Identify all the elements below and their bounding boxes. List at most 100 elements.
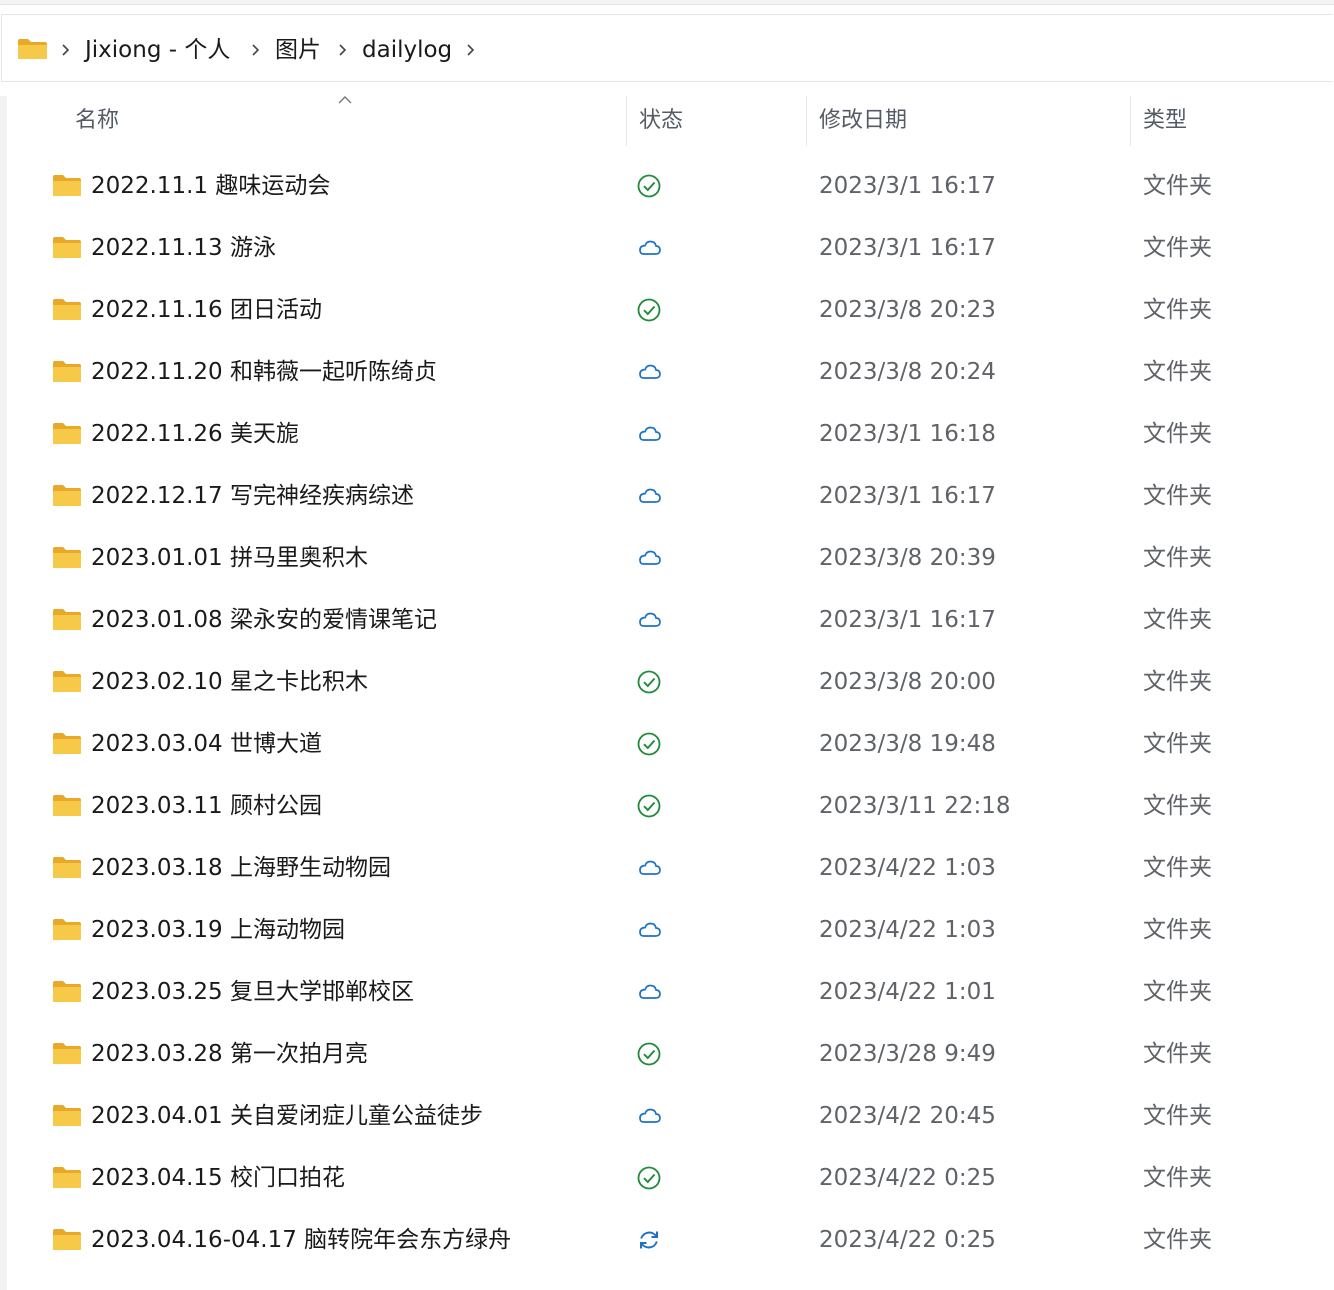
synced-check-icon — [637, 1166, 661, 1190]
file-type: 文件夹 — [1143, 607, 1212, 633]
modified-date: 2023/4/22 1:03 — [819, 855, 996, 881]
file-type: 文件夹 — [1143, 359, 1212, 385]
file-type: 文件夹 — [1143, 1103, 1212, 1129]
file-row[interactable]: 2022.11.13 游泳 2023/3/1 16:17 文件夹 — [0, 218, 1334, 280]
file-name[interactable]: 2022.11.13 游泳 — [91, 230, 276, 266]
modified-date: 2023/3/8 20:39 — [819, 545, 996, 571]
file-type: 文件夹 — [1143, 793, 1212, 819]
folder-icon — [53, 857, 81, 878]
chevron-right-icon[interactable] — [465, 43, 475, 57]
folder-icon — [53, 981, 81, 1002]
folder-icon — [53, 423, 81, 444]
folder-icon[interactable] — [17, 38, 48, 60]
breadcrumb-item-jixiong[interactable]: Jixiong - 个人 — [85, 33, 230, 67]
modified-date: 2023/3/8 20:00 — [819, 669, 996, 695]
address-bar[interactable]: Jixiong - 个人 图片 dailylog — [1, 14, 1333, 82]
file-name[interactable]: 2023.03.25 复旦大学邯郸校区 — [91, 974, 414, 1010]
modified-date: 2023/3/1 16:17 — [819, 173, 996, 199]
folder-icon — [53, 919, 81, 940]
column-divider[interactable] — [1130, 96, 1131, 146]
file-row[interactable]: 2023.03.11 顾村公园 2023/3/11 22:18 文件夹 — [0, 776, 1334, 838]
file-row[interactable]: 2023.04.01 关自爱闭症儿童公益徒步 2023/4/2 20:45 文件夹 — [0, 1086, 1334, 1148]
folder-icon — [53, 795, 81, 816]
file-type: 文件夹 — [1143, 917, 1212, 943]
folder-icon — [53, 1105, 81, 1126]
modified-date: 2023/3/1 16:17 — [819, 607, 996, 633]
cloud-icon — [639, 364, 661, 379]
file-name[interactable]: 2023.02.10 星之卡比积木 — [91, 664, 368, 700]
breadcrumb-item-pictures[interactable]: 图片 — [275, 33, 321, 67]
column-divider[interactable] — [806, 96, 807, 146]
cloud-icon — [639, 1108, 661, 1123]
chevron-right-icon[interactable] — [337, 43, 347, 57]
file-row[interactable]: 2023.03.19 上海动物园 2023/4/22 1:03 文件夹 — [0, 900, 1334, 962]
file-row[interactable]: 2022.11.20 和韩薇一起听陈绮贞 2023/3/8 20:24 文件夹 — [0, 342, 1334, 404]
file-type: 文件夹 — [1143, 297, 1212, 323]
file-row[interactable]: 2023.01.01 拼马里奥积木 2023/3/8 20:39 文件夹 — [0, 528, 1334, 590]
synced-check-icon — [637, 298, 661, 322]
column-header-status[interactable]: 状态 — [639, 104, 683, 138]
file-row[interactable]: 2023.03.25 复旦大学邯郸校区 2023/4/22 1:01 文件夹 — [0, 962, 1334, 1024]
file-row[interactable]: 2022.11.26 美天旎 2023/3/1 16:18 文件夹 — [0, 404, 1334, 466]
file-name[interactable]: 2023.03.11 顾村公园 — [91, 788, 322, 824]
file-row[interactable]: 2023.02.10 星之卡比积木 2023/3/8 20:00 文件夹 — [0, 652, 1334, 714]
file-name[interactable]: 2023.04.16-04.17 脑转院年会东方绿舟 — [91, 1222, 511, 1258]
file-name[interactable]: 2022.11.1 趣味运动会 — [91, 168, 330, 204]
cloud-icon — [639, 612, 661, 627]
file-name[interactable]: 2023.04.01 关自爱闭症儿童公益徒步 — [91, 1098, 483, 1134]
file-row[interactable]: 2023.04.16-04.17 脑转院年会东方绿舟 2023/4/22 0:25… — [0, 1210, 1334, 1272]
file-name[interactable]: 2022.11.26 美天旎 — [91, 416, 299, 452]
file-name[interactable]: 2023.03.19 上海动物园 — [91, 912, 345, 948]
folder-icon — [53, 1043, 81, 1064]
folder-icon — [53, 175, 81, 196]
file-name[interactable]: 2023.03.04 世博大道 — [91, 726, 322, 762]
synced-check-icon — [637, 1042, 661, 1066]
folder-icon — [53, 1229, 81, 1250]
file-row[interactable]: 2023.04.15 校门口拍花 2023/4/22 0:25 文件夹 — [0, 1148, 1334, 1210]
folder-icon — [53, 733, 81, 754]
file-row[interactable]: 2022.11.16 团日活动 2023/3/8 20:23 文件夹 — [0, 280, 1334, 342]
synced-check-icon — [637, 732, 661, 756]
modified-date: 2023/4/22 1:01 — [819, 979, 996, 1005]
file-name[interactable]: 2022.12.17 写完神经疾病综述 — [91, 478, 414, 514]
folder-icon — [53, 485, 81, 506]
file-type: 文件夹 — [1143, 1165, 1212, 1191]
cloud-icon — [639, 984, 661, 999]
file-row[interactable]: 2023.03.04 世博大道 2023/3/8 19:48 文件夹 — [0, 714, 1334, 776]
chevron-right-icon[interactable] — [250, 43, 260, 57]
column-header-name[interactable]: 名称 — [75, 104, 119, 138]
modified-date: 2023/3/28 9:49 — [819, 1041, 996, 1067]
file-name[interactable]: 2022.11.16 团日活动 — [91, 292, 322, 328]
column-header-type[interactable]: 类型 — [1143, 104, 1187, 138]
sort-ascending-icon — [338, 96, 352, 104]
file-name[interactable]: 2023.01.08 梁永安的爱情课笔记 — [91, 602, 437, 638]
cloud-icon — [639, 860, 661, 875]
folder-icon — [53, 547, 81, 568]
file-row[interactable]: 2022.11.1 趣味运动会 2023/3/1 16:17 文件夹 — [0, 156, 1334, 218]
column-header-date[interactable]: 修改日期 — [819, 104, 907, 138]
cloud-icon — [639, 488, 661, 503]
column-divider[interactable] — [626, 96, 627, 146]
file-name[interactable]: 2022.11.20 和韩薇一起听陈绮贞 — [91, 354, 437, 390]
modified-date: 2023/4/2 20:45 — [819, 1103, 996, 1129]
chevron-right-icon[interactable] — [60, 43, 70, 57]
file-name[interactable]: 2023.01.01 拼马里奥积木 — [91, 540, 368, 576]
file-row[interactable]: 2023.03.18 上海野生动物园 2023/4/22 1:03 文件夹 — [0, 838, 1334, 900]
file-type: 文件夹 — [1143, 421, 1212, 447]
file-type: 文件夹 — [1143, 483, 1212, 509]
file-name[interactable]: 2023.03.18 上海野生动物园 — [91, 850, 391, 886]
file-name[interactable]: 2023.03.28 第一次拍月亮 — [91, 1036, 368, 1072]
window-top-edge — [0, 0, 1334, 5]
modified-date: 2023/4/22 0:25 — [819, 1165, 996, 1191]
file-type: 文件夹 — [1143, 235, 1212, 261]
file-row[interactable]: 2022.12.17 写完神经疾病综述 2023/3/1 16:17 文件夹 — [0, 466, 1334, 528]
file-name[interactable]: 2023.04.15 校门口拍花 — [91, 1160, 345, 1196]
synced-check-icon — [637, 794, 661, 818]
file-row[interactable]: 2023.01.08 梁永安的爱情课笔记 2023/3/1 16:17 文件夹 — [0, 590, 1334, 652]
modified-date: 2023/3/11 22:18 — [819, 793, 1011, 819]
breadcrumb-item-dailylog[interactable]: dailylog — [362, 33, 452, 67]
file-type: 文件夹 — [1143, 979, 1212, 1005]
file-row[interactable]: 2023.03.28 第一次拍月亮 2023/3/28 9:49 文件夹 — [0, 1024, 1334, 1086]
folder-icon — [53, 671, 81, 692]
folder-icon — [53, 361, 81, 382]
